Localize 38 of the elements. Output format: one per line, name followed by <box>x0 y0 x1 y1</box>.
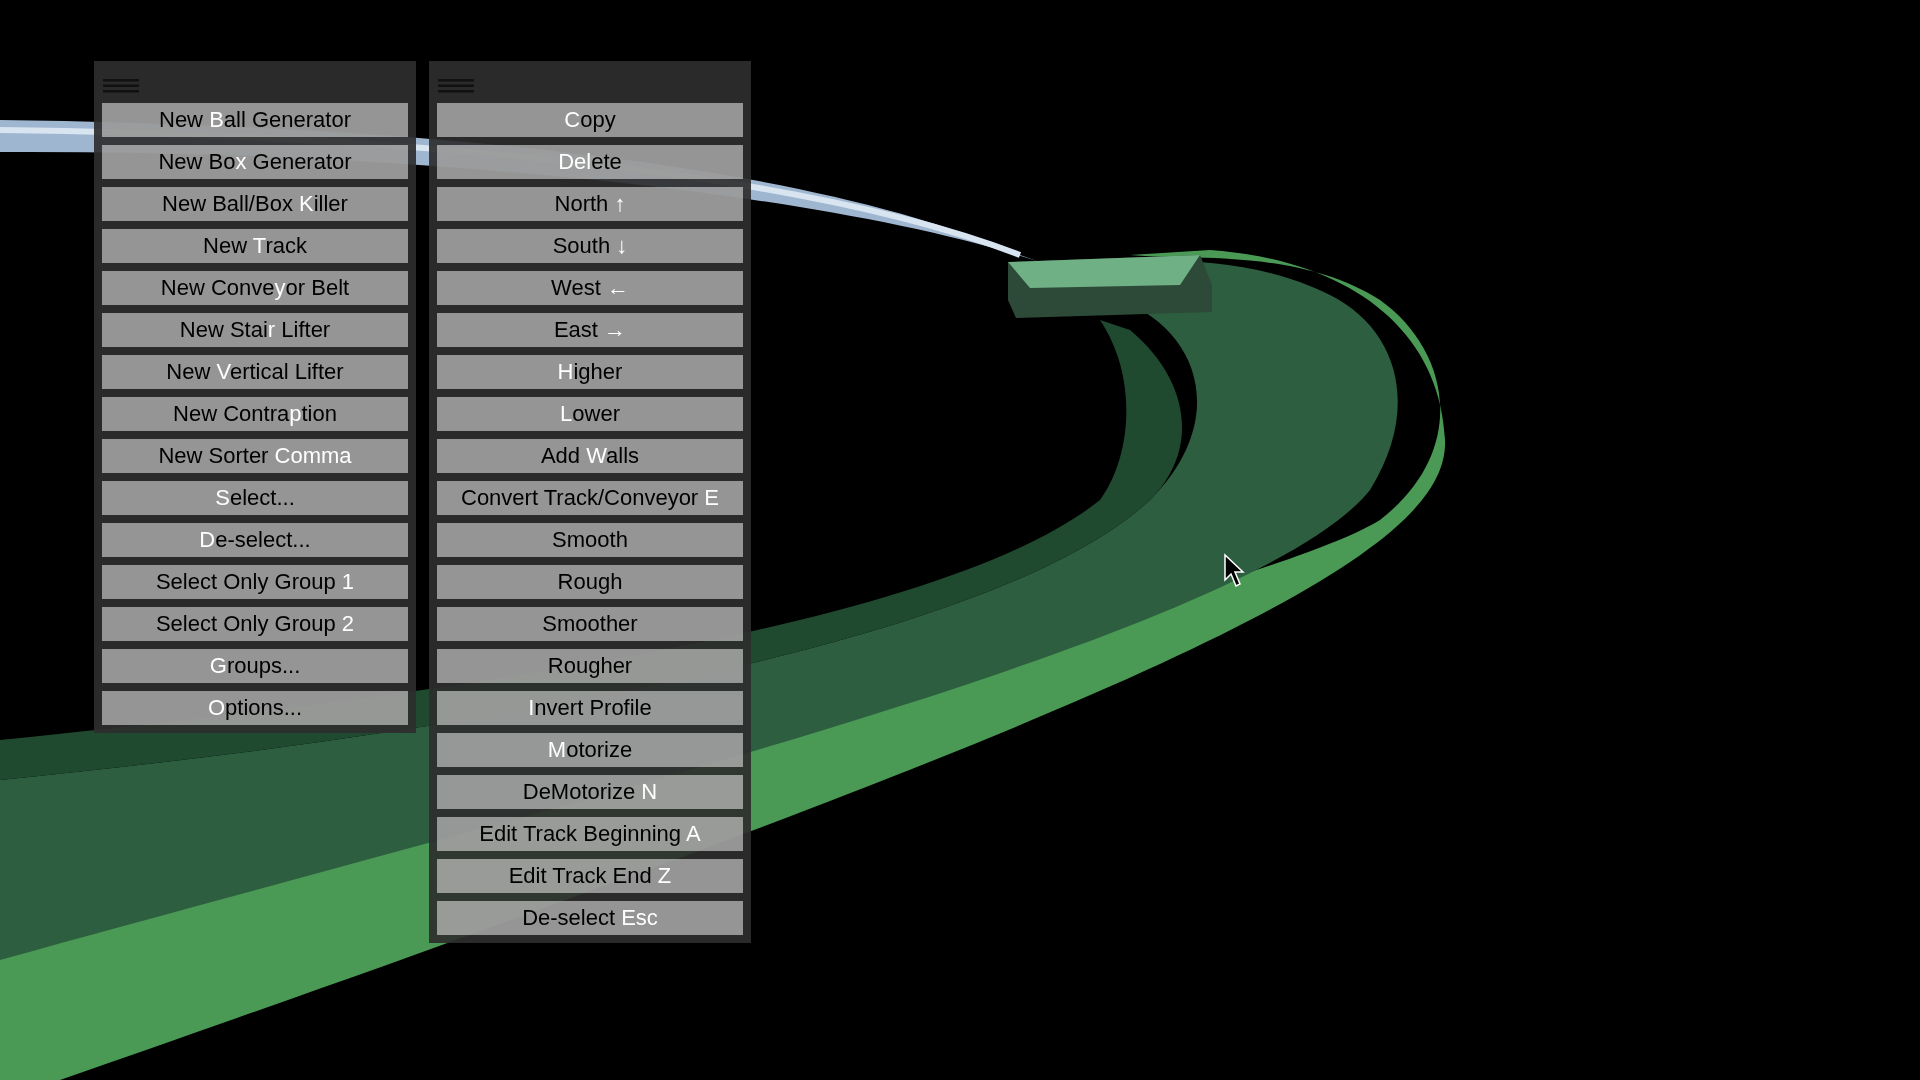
menu-button[interactable]: Edit Track End Z <box>437 859 743 893</box>
menu-button[interactable]: Select Only Group 1 <box>102 565 408 599</box>
cursor-icon <box>1224 553 1245 588</box>
menu-button[interactable]: Motorize <box>437 733 743 767</box>
menu-button[interactable]: North ↑ <box>437 187 743 221</box>
menu-button[interactable]: New Box Generator <box>102 145 408 179</box>
menu-button[interactable]: Invert Profile <box>437 691 743 725</box>
menu-button[interactable]: Delete <box>437 145 743 179</box>
menu-button[interactable]: Smoother <box>437 607 743 641</box>
menu-icon[interactable] <box>103 79 139 93</box>
menu-button[interactable]: Groups... <box>102 649 408 683</box>
menu-button[interactable]: New Conveyor Belt <box>102 271 408 305</box>
menu-button[interactable]: Lower <box>437 397 743 431</box>
menu-button[interactable]: South ↓ <box>437 229 743 263</box>
menu-button[interactable]: DeMotorize N <box>437 775 743 809</box>
menu-icon[interactable] <box>438 79 474 93</box>
menu-button[interactable]: New Ball/Box Killer <box>102 187 408 221</box>
menu-button[interactable]: Copy <box>437 103 743 137</box>
menu-button[interactable]: De-select Esc <box>437 901 743 935</box>
menu-button[interactable]: New Contraption <box>102 397 408 431</box>
menu-button[interactable]: New Ball Generator <box>102 103 408 137</box>
menu-button[interactable]: Options... <box>102 691 408 725</box>
menu-button[interactable]: Select Only Group 2 <box>102 607 408 641</box>
menu-button[interactable]: Edit Track Beginning A <box>437 817 743 851</box>
menu-button[interactable]: New Stair Lifter <box>102 313 408 347</box>
menu-button[interactable]: De-select... <box>102 523 408 557</box>
menu-button[interactable]: East → <box>437 313 743 347</box>
menu-button[interactable]: New Sorter Comma <box>102 439 408 473</box>
menu-button[interactable]: Add Walls <box>437 439 743 473</box>
menu-button[interactable]: Higher <box>437 355 743 389</box>
menu-button[interactable]: Rough <box>437 565 743 599</box>
menu-button[interactable]: New Track <box>102 229 408 263</box>
menu-button[interactable]: Select... <box>102 481 408 515</box>
menu-button[interactable]: Convert Track/Conveyor E <box>437 481 743 515</box>
menu-button[interactable]: Rougher <box>437 649 743 683</box>
menu-button[interactable]: West ← <box>437 271 743 305</box>
menu-button[interactable]: New Vertical Lifter <box>102 355 408 389</box>
menu-button[interactable]: Smooth <box>437 523 743 557</box>
